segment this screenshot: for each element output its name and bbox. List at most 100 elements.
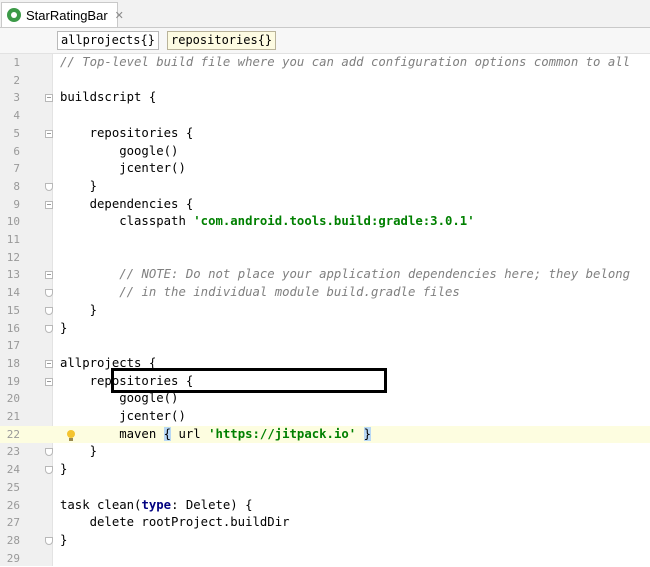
code-line[interactable]: 14 // in the individual module build.gra… [0,284,650,302]
line-number: 25 [6,480,20,494]
line-number: 23 [6,445,20,459]
code-line[interactable]: 11 [0,231,650,249]
code-line[interactable]: 21 jcenter() [0,408,650,426]
code-text: buildscript { [60,90,157,105]
line-number: 9 [13,197,20,211]
fold-end-icon[interactable] [45,448,53,457]
code-line[interactable]: 7 jcenter() [0,160,650,178]
line-number: 7 [13,162,20,176]
close-icon[interactable]: ✕ [115,9,124,22]
code-text: } [60,444,98,459]
code-text: google() [60,143,179,158]
code-line[interactable]: 6 google() [0,143,650,161]
code-line[interactable]: 23 } [0,443,650,461]
line-number: 10 [6,215,20,229]
fold-end-icon[interactable] [45,324,53,333]
code-line[interactable]: 25 [0,479,650,497]
code-line[interactable]: 28} [0,532,650,550]
line-number: 3 [13,91,20,105]
fold-end-icon[interactable] [45,466,53,475]
line-number: 21 [6,410,20,423]
line-number: 13 [6,268,20,282]
code-text: } [60,462,68,477]
line-number: 6 [13,144,20,158]
line-number: 29 [6,551,20,565]
code-line[interactable]: 26 task clean(type: Delete) { [0,497,650,515]
line-number: 24 [6,463,20,477]
code-line[interactable]: 19 repositories { [0,373,650,391]
line-number: 27 [6,516,20,530]
code-line[interactable]: 18 allprojects { [0,355,650,373]
code-line[interactable]: 17 [0,337,650,355]
code-text: repositories { [60,125,194,140]
line-number: 4 [13,109,20,123]
line-number: 26 [6,498,20,512]
line-number: 22 [6,427,20,441]
code-line[interactable]: 13 // NOTE: Do not place your applicatio… [0,266,650,284]
fold-expand-icon[interactable] [45,129,53,138]
code-line[interactable]: 12 [0,249,650,267]
code-text: classpath 'com.android.tools.build:gradl… [60,214,475,229]
code-line[interactable]: 20 google() [0,390,650,408]
code-line[interactable]: 1 // Top-level build file where you can a… [0,54,650,72]
code-text: google() [60,391,179,406]
line-number: 11 [6,233,20,246]
code-text: allprojects { [60,355,157,370]
line-number: 8 [13,179,20,193]
code-text: } [60,320,68,335]
code-line[interactable]: 22 maven { url 'https://jitpack.io' } [0,425,650,444]
fold-end-icon[interactable] [45,182,53,191]
code-editor[interactable]: 1 // Top-level build file where you can a… [0,54,650,566]
code-line[interactable]: 16} [0,320,650,338]
code-text: task clean(type: Delete) { [60,497,253,512]
tab-starratingbar[interactable]: StarRatingBar ✕ [1,2,124,27]
fold-expand-icon[interactable] [45,94,53,103]
fold-expand-icon[interactable] [45,359,53,368]
line-number: 5 [13,126,20,140]
line-number: 14 [6,286,20,300]
code-text: } [60,178,98,193]
breadcrumb-item-repositories[interactable]: repositories{} [167,31,277,50]
code-text: repositories { [60,373,194,388]
code-text: dependencies { [60,196,194,211]
editor-tab-bar: StarRatingBar ✕ [0,0,650,28]
tab-label: StarRatingBar [26,7,108,23]
line-number: 20 [6,392,20,406]
code-text: } [60,302,98,317]
breadcrumb: allprojects{} repositories{} [0,28,650,54]
code-line[interactable]: 8 } [0,178,650,196]
code-text: // Top-level build file where you can ad… [60,55,631,69]
line-number: 28 [6,533,20,547]
code-line[interactable]: 27 delete rootProject.buildDir [0,514,650,532]
code-text: } [60,532,68,547]
code-line[interactable]: 4 [0,107,650,125]
code-text: maven { url 'https://jitpack.io' } [60,426,371,441]
fold-expand-icon[interactable] [45,200,53,209]
line-number: 12 [6,250,20,264]
line-number: 15 [6,303,20,317]
breadcrumb-item-allprojects[interactable]: allprojects{} [57,31,159,50]
code-text: delete rootProject.buildDir [60,515,290,530]
fold-expand-icon[interactable] [45,377,53,386]
line-number: 18 [6,356,20,370]
code-line[interactable]: 24} [0,461,650,479]
code-text: jcenter() [60,161,186,176]
fold-end-icon[interactable] [45,289,53,298]
fold-end-icon[interactable] [45,536,53,545]
line-number: 16 [6,321,20,335]
line-number: 2 [13,73,20,87]
code-text: jcenter() [60,409,186,423]
code-line[interactable]: 3 buildscript { [0,89,650,107]
code-line[interactable]: 5 repositories { [0,125,650,143]
code-line[interactable]: 10 classpath 'com.android.tools.build:gr… [0,213,650,231]
fold-expand-icon[interactable] [45,271,53,280]
code-line[interactable]: 29 [0,550,650,567]
code-text: // in the individual module build.gradle… [119,285,460,300]
line-number: 17 [6,339,20,353]
code-line[interactable]: 15 } [0,302,650,320]
gradle-icon [7,8,21,22]
code-text: // NOTE: Do not place your application d… [119,267,631,282]
code-line[interactable]: 9 dependencies { [0,196,650,214]
code-line[interactable]: 2 [0,72,650,90]
fold-end-icon[interactable] [45,306,53,315]
